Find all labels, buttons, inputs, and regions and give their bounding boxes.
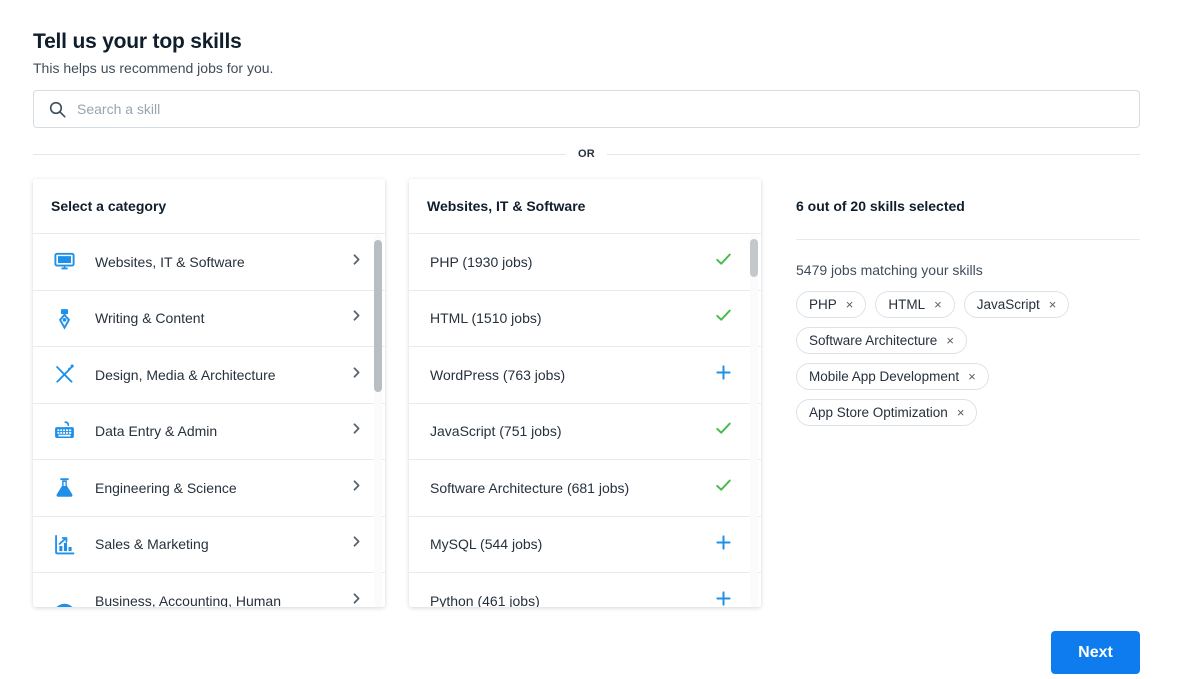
category-scrollbar-thumb[interactable] xyxy=(374,240,382,392)
category-row[interactable]: Websites, IT & Software xyxy=(33,234,385,291)
briefcase-icon xyxy=(51,588,77,607)
selected-skill-chip[interactable]: App Store Optimization × xyxy=(796,399,978,426)
chip-label: JavaScript xyxy=(976,297,1040,312)
chip-remove-icon[interactable]: × xyxy=(846,298,854,311)
category-row-label: Writing & Content xyxy=(95,310,205,327)
page-title: Tell us your top skills xyxy=(33,30,242,53)
chip-label: Software Architecture xyxy=(809,333,938,348)
selected-skill-chip[interactable]: Mobile App Development × xyxy=(796,363,989,390)
plus-icon[interactable] xyxy=(714,589,733,607)
chip-label: Mobile App Development xyxy=(809,369,960,384)
selected-skill-chip[interactable]: HTML × xyxy=(875,291,955,318)
selected-count-heading: 6 out of 20 skills selected xyxy=(796,198,965,214)
monitor-icon xyxy=(51,249,77,275)
category-row[interactable]: Business, Accounting, Human xyxy=(33,573,385,607)
or-divider: OR xyxy=(33,146,1141,162)
crossed-tools-icon xyxy=(51,362,77,388)
pen-nib-icon xyxy=(51,305,77,331)
skills-onboarding-page: Tell us your top skills This helps us re… xyxy=(0,0,1195,679)
selected-skill-chip[interactable]: Software Architecture × xyxy=(796,327,967,354)
skill-row-label: PHP (1930 jobs) xyxy=(430,253,533,270)
skill-scrollbar-thumb[interactable] xyxy=(750,239,758,277)
divider-line-left xyxy=(33,153,566,155)
category-row[interactable]: Data Entry & Admin xyxy=(33,403,385,460)
skill-row-label: Python (461 jobs) xyxy=(430,592,540,607)
chip-label: PHP xyxy=(809,297,837,312)
chip-remove-icon[interactable]: × xyxy=(934,298,942,311)
chip-label: HTML xyxy=(888,297,926,312)
bar-chart-arrow-icon xyxy=(51,531,77,557)
category-row-label: Sales & Marketing xyxy=(95,536,209,553)
category-row[interactable]: Sales & Marketing xyxy=(33,516,385,573)
category-scroll-area[interactable]: Websites, IT & Software Writing & Content… xyxy=(33,234,385,607)
skill-row[interactable]: PHP (1930 jobs) xyxy=(409,234,761,291)
chevron-right-icon[interactable] xyxy=(350,309,363,327)
skill-scrollbar-track[interactable] xyxy=(750,234,758,607)
skill-card: Websites, IT & Software PHP (1930 jobs) H… xyxy=(409,179,761,607)
skill-row-label: HTML (1510 jobs) xyxy=(430,310,542,327)
plus-icon[interactable] xyxy=(714,533,733,556)
matching-jobs-text: 5479 jobs matching your skills xyxy=(796,262,983,278)
panel-divider xyxy=(796,239,1140,240)
chevron-right-icon[interactable] xyxy=(350,253,363,271)
chevron-right-icon[interactable] xyxy=(350,592,363,607)
category-row-label: Engineering & Science xyxy=(95,479,237,496)
skill-row[interactable]: Python (461 jobs) xyxy=(409,573,761,607)
chip-remove-icon[interactable]: × xyxy=(946,334,954,347)
skill-row-label: MySQL (544 jobs) xyxy=(430,536,543,553)
category-card: Select a category Websites, IT & Softwar… xyxy=(33,179,385,607)
skill-row[interactable]: HTML (1510 jobs) xyxy=(409,290,761,347)
flask-icon xyxy=(51,475,77,501)
skill-panel-heading: Websites, IT & Software xyxy=(409,179,761,234)
check-icon[interactable] xyxy=(714,419,733,443)
keyboard-icon xyxy=(51,418,77,444)
search-input[interactable] xyxy=(77,91,1139,127)
category-row-label: Business, Accounting, Human xyxy=(95,592,281,607)
chevron-right-icon[interactable] xyxy=(350,479,363,497)
skill-row[interactable]: Software Architecture (681 jobs) xyxy=(409,460,761,517)
category-row[interactable]: Design, Media & Architecture xyxy=(33,347,385,404)
skill-row-label: WordPress (763 jobs) xyxy=(430,366,566,383)
skill-row-label: JavaScript (751 jobs) xyxy=(430,423,562,440)
plus-icon[interactable] xyxy=(714,363,733,386)
chip-remove-icon[interactable]: × xyxy=(1049,298,1057,311)
check-icon[interactable] xyxy=(714,476,733,500)
category-row[interactable]: Writing & Content xyxy=(33,290,385,347)
chevron-right-icon[interactable] xyxy=(350,422,363,440)
chip-label: App Store Optimization xyxy=(809,405,948,420)
skill-row-label: Software Architecture (681 jobs) xyxy=(430,479,630,496)
selected-skill-chip[interactable]: PHP × xyxy=(796,291,867,318)
search-icon xyxy=(48,100,67,119)
divider-line-right xyxy=(607,153,1141,155)
check-icon[interactable] xyxy=(714,250,733,274)
skill-row[interactable]: JavaScript (751 jobs) xyxy=(409,403,761,460)
chip-remove-icon[interactable]: × xyxy=(968,370,976,383)
category-row[interactable]: Engineering & Science xyxy=(33,460,385,517)
selected-skill-chip[interactable]: JavaScript × xyxy=(963,291,1070,318)
or-label: OR xyxy=(577,148,596,160)
next-button[interactable]: Next xyxy=(1051,631,1140,674)
selected-skill-chips: PHP × HTML × JavaScript × Software Architectur… xyxy=(796,291,1140,426)
chevron-right-icon[interactable] xyxy=(350,366,363,384)
page-subtitle: This helps us recommend jobs for you. xyxy=(33,60,274,76)
chevron-right-icon[interactable] xyxy=(350,535,363,553)
skill-search-bar[interactable] xyxy=(33,90,1140,128)
skill-row[interactable]: WordPress (763 jobs) xyxy=(409,347,761,404)
check-icon[interactable] xyxy=(714,306,733,330)
category-row-label: Data Entry & Admin xyxy=(95,423,218,440)
skill-row[interactable]: MySQL (544 jobs) xyxy=(409,516,761,573)
category-row-label: Design, Media & Architecture xyxy=(95,366,276,383)
selected-skills-panel: 6 out of 20 skills selected 5479 jobs ma… xyxy=(796,179,1140,426)
chip-remove-icon[interactable]: × xyxy=(957,406,965,419)
category-panel-heading: Select a category xyxy=(33,179,385,234)
skill-scroll-area[interactable]: PHP (1930 jobs) HTML (1510 jobs) WordPress… xyxy=(409,234,761,607)
category-row-label: Websites, IT & Software xyxy=(95,253,245,270)
